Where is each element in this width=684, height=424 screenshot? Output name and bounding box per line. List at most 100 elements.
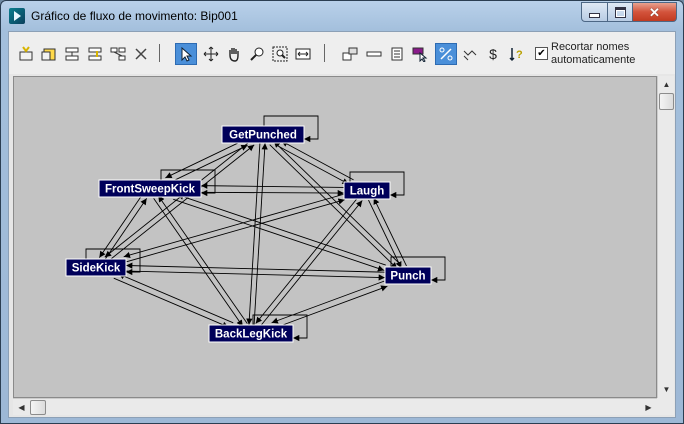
create-multiple-clips-icon bbox=[41, 48, 56, 61]
minimize-button[interactable] bbox=[581, 2, 608, 22]
zoom-icon bbox=[250, 47, 264, 61]
create-transition-from-to-button[interactable] bbox=[84, 43, 106, 65]
show-scripts-icon bbox=[342, 47, 358, 61]
create-multiple-clips-button[interactable] bbox=[38, 43, 60, 65]
transition-laugh-to-getpunched[interactable] bbox=[281, 140, 354, 181]
clip-node-getpunched[interactable]: GetPunched bbox=[221, 125, 305, 144]
create-transition-icon bbox=[65, 47, 79, 61]
set-start-button[interactable] bbox=[409, 43, 431, 65]
self-transition-loops bbox=[85, 115, 446, 342]
show-scripts-button[interactable] bbox=[339, 43, 361, 65]
transition-getpunched-to-sidekick[interactable] bbox=[104, 140, 251, 258]
clip-node-label: BackLegKick bbox=[215, 329, 288, 341]
transition-laugh-to-punch[interactable] bbox=[368, 199, 402, 269]
select-button[interactable] bbox=[175, 43, 197, 65]
random-start-button[interactable] bbox=[459, 43, 481, 65]
transition-sidekick-to-punch[interactable] bbox=[125, 270, 385, 281]
compute-icon: ? bbox=[509, 48, 523, 62]
assign-file-button[interactable] bbox=[386, 43, 408, 65]
clip-node-label: Punch bbox=[390, 271, 425, 283]
zoom-extents-button[interactable] bbox=[292, 43, 314, 65]
optimize-transitions-button[interactable] bbox=[363, 43, 385, 65]
transition-frontsweepkick-to-punch[interactable] bbox=[173, 198, 385, 272]
transition-backlegkick-to-getpunched[interactable] bbox=[253, 143, 268, 326]
svg-text:?: ? bbox=[516, 49, 523, 61]
pan-icon bbox=[229, 48, 239, 62]
title-bar[interactable]: Gráfico de fluxo de movimento: Bip001 ✕ bbox=[1, 1, 683, 31]
motion-flow-window: Gráfico de fluxo de movimento: Bip001 ✕ bbox=[0, 0, 684, 424]
transition-laugh-to-sidekick[interactable] bbox=[123, 193, 344, 259]
move-icon bbox=[203, 46, 219, 62]
motion-flow-canvas[interactable]: GetPunched FrontSweepKick Laugh SideKick Pun… bbox=[13, 76, 657, 398]
transition-punch-to-laugh[interactable] bbox=[373, 197, 407, 267]
toolbar-separator bbox=[159, 44, 160, 62]
transition-frontsweepkick-to-sidekick[interactable] bbox=[98, 195, 143, 258]
set-start-icon bbox=[412, 47, 428, 62]
transition-backlegkick-to-punch[interactable] bbox=[276, 285, 388, 328]
crop-names-label: Recortar nomes automaticamente bbox=[551, 41, 636, 66]
transition-sidekick-to-getpunched[interactable] bbox=[108, 144, 255, 262]
zoom-region-button[interactable] bbox=[269, 43, 291, 65]
create-clip-icon bbox=[19, 46, 33, 61]
close-button[interactable]: ✕ bbox=[633, 2, 677, 22]
minimize-icon bbox=[589, 12, 600, 18]
transition-frontsweepkick-to-getpunched[interactable] bbox=[170, 144, 248, 183]
toolbar: $ ? ✔ Recortar nomes automaticamente bbox=[9, 32, 675, 74]
scroll-down-icon[interactable]: ▼ bbox=[659, 382, 674, 397]
move-button[interactable] bbox=[200, 43, 222, 65]
horizontal-scroll-thumb[interactable] bbox=[30, 400, 46, 415]
transition-punch-to-sidekick[interactable] bbox=[126, 262, 386, 273]
clip-node-label: Laugh bbox=[350, 186, 385, 198]
transition-punch-to-frontsweepkick[interactable] bbox=[177, 193, 386, 266]
clip-node-sidekick[interactable]: SideKick bbox=[65, 258, 127, 277]
clip-nodes: GetPunched FrontSweepKick Laugh SideKick Pun… bbox=[65, 125, 432, 343]
clip-node-backlegkick[interactable]: BackLegKick bbox=[208, 324, 294, 343]
transition-sidekick-to-backlegkick[interactable] bbox=[113, 277, 229, 328]
zoom-button[interactable] bbox=[246, 43, 268, 65]
transition-laugh-to-backlegkick[interactable] bbox=[255, 197, 359, 324]
randomize-button[interactable]: $ bbox=[482, 43, 504, 65]
create-clip-button[interactable] bbox=[15, 43, 37, 65]
transition-getpunched-to-backlegkick[interactable] bbox=[246, 142, 261, 325]
transition-punch-to-getpunched[interactable] bbox=[273, 140, 402, 266]
transition-frontsweepkick-to-laugh[interactable] bbox=[200, 189, 344, 197]
motion-flow-graph[interactable]: GetPunched FrontSweepKick Laugh SideKick Pun… bbox=[14, 77, 657, 398]
vertical-scrollbar[interactable]: ▲ ▼ bbox=[657, 76, 674, 398]
clip-node-laugh[interactable]: Laugh bbox=[343, 181, 391, 200]
transition-getpunched-to-laugh[interactable] bbox=[276, 144, 349, 185]
scroll-left-icon[interactable]: ◀ bbox=[14, 400, 29, 415]
maximize-button[interactable] bbox=[608, 2, 633, 22]
transition-punch-to-backlegkick[interactable] bbox=[271, 280, 385, 324]
percent-button[interactable] bbox=[435, 43, 457, 65]
create-random-transitions-icon bbox=[110, 47, 126, 61]
crop-names-checkbox[interactable]: ✔ bbox=[535, 47, 548, 60]
create-random-transitions-button[interactable] bbox=[107, 43, 129, 65]
pan-button[interactable] bbox=[223, 43, 245, 65]
maximize-icon bbox=[614, 6, 626, 18]
transition-sidekick-to-laugh[interactable] bbox=[126, 198, 345, 263]
clip-node-frontsweepkick[interactable]: FrontSweepKick bbox=[98, 179, 202, 198]
horizontal-scrollbar[interactable]: ◀ ▶ bbox=[13, 398, 657, 415]
random-start-icon bbox=[463, 50, 477, 61]
clip-node-punch[interactable]: Punch bbox=[384, 266, 432, 285]
close-icon: ✕ bbox=[649, 4, 660, 20]
transition-laugh-to-frontsweepkick[interactable] bbox=[201, 182, 345, 189]
select-icon bbox=[181, 46, 193, 62]
client-area: $ ? ✔ Recortar nomes automaticamente Get… bbox=[8, 31, 676, 418]
toolbar-separator bbox=[324, 44, 325, 62]
delete-button[interactable] bbox=[130, 43, 152, 65]
transition-backlegkick-to-sidekick[interactable] bbox=[118, 273, 234, 324]
transition-backlegkick-to-frontsweepkick[interactable] bbox=[157, 195, 248, 324]
assign-file-icon bbox=[391, 47, 403, 61]
compute-button[interactable]: ? bbox=[505, 43, 527, 65]
clip-node-label: FrontSweepKick bbox=[105, 184, 196, 196]
window-title: Gráfico de fluxo de movimento: Bip001 bbox=[31, 9, 238, 23]
transition-getpunched-to-frontsweepkick[interactable] bbox=[165, 140, 243, 179]
vertical-scroll-thumb[interactable] bbox=[659, 93, 674, 110]
create-transition-button[interactable] bbox=[61, 43, 83, 65]
scroll-up-icon[interactable]: ▲ bbox=[659, 77, 674, 92]
scroll-right-icon[interactable]: ▶ bbox=[641, 400, 656, 415]
dollar-icon: $ bbox=[489, 46, 497, 62]
app-icon bbox=[9, 8, 25, 24]
transition-frontsweepkick-to-backlegkick[interactable] bbox=[153, 198, 244, 327]
